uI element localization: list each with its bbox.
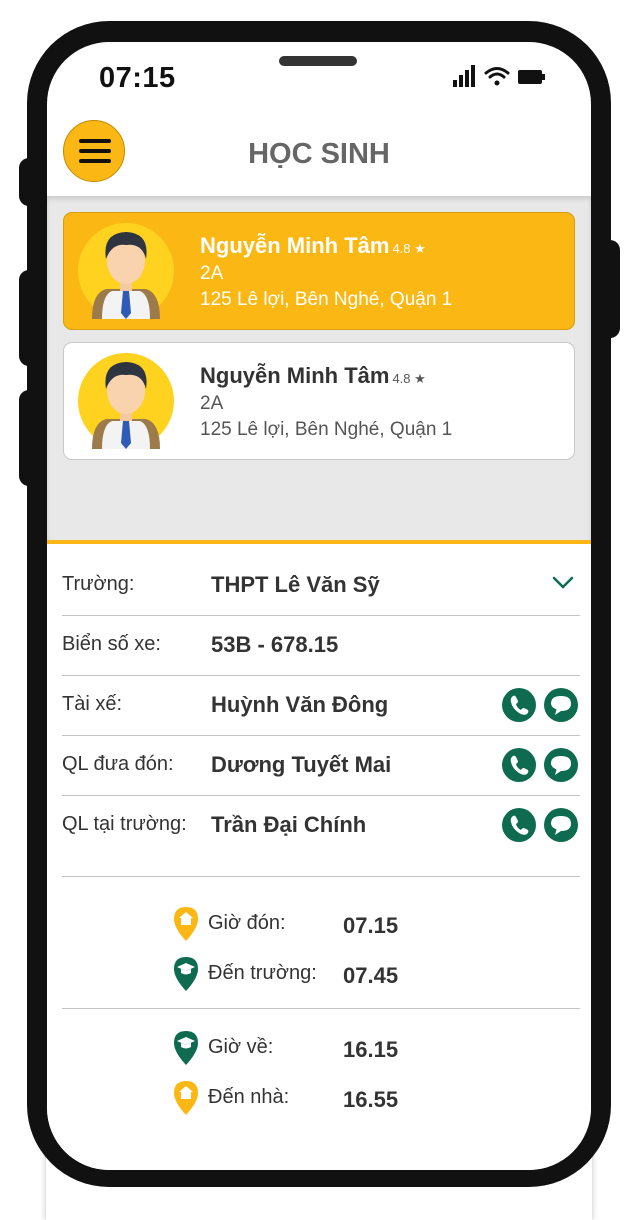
pickup-manager-value: Dương Tuyết Mai — [211, 752, 392, 777]
page-title: HỌC SINH — [248, 138, 390, 170]
student-class: 2A — [200, 263, 224, 284]
school-label: Trường: — [62, 573, 135, 595]
school-pin-icon — [174, 957, 198, 991]
student-name: Nguyễn Minh Tâm 4.8 ★ — [200, 363, 426, 388]
student-list: Nguyễn Minh Tâm 4.8 ★ 2A 125 Lê lợi, Bên … — [47, 196, 591, 540]
arrive-home-value: 16.55 — [343, 1087, 399, 1112]
section-divider — [62, 876, 580, 877]
home-pin-icon — [174, 1081, 198, 1115]
student-avatar-icon — [78, 353, 174, 449]
arrive-school-label: Đến trường: — [208, 962, 317, 984]
return-time-label: Giờ về: — [208, 1036, 274, 1058]
call-driver-button[interactable] — [502, 688, 536, 722]
phone-icon — [510, 815, 529, 835]
status-time: 07:15 — [99, 62, 176, 94]
message-school-manager-button[interactable] — [544, 808, 578, 842]
plate-row: Biển số xe: 53B - 678.15 — [62, 616, 580, 676]
chat-bubble-icon — [551, 816, 571, 835]
school-manager-row: QL tại trường: Trần Đại Chính — [62, 796, 580, 856]
chevron-down-icon[interactable] — [552, 574, 574, 590]
phone-icon — [510, 755, 529, 775]
plate-value: 53B - 678.15 — [211, 632, 339, 657]
driver-label: Tài xế: — [62, 693, 123, 715]
chat-bubble-icon — [551, 696, 571, 715]
student-class: 2A — [200, 393, 224, 414]
school-manager-label: QL tại trường: — [62, 813, 187, 835]
call-school-manager-button[interactable] — [502, 808, 536, 842]
plate-label: Biển số xe: — [62, 633, 161, 655]
trip-details: Trường: THPT Lê Văn Sỹ Biển số xe: 53B -… — [47, 540, 591, 1170]
return-time-row: Giờ về: 16.15 — [173, 1030, 473, 1070]
phone-icon — [510, 695, 529, 715]
chat-bubble-icon — [551, 756, 571, 775]
student-rating: 4.8 ★ — [392, 371, 426, 386]
home-pin-icon — [174, 907, 198, 941]
arrive-school-row: Đến trường: 07.45 — [173, 956, 473, 996]
student-address: 125 Lê lợi, Bên Nghé, Quận 1 — [200, 289, 453, 310]
school-value: THPT Lê Văn Sỹ — [211, 572, 380, 597]
message-pickup-manager-button[interactable] — [544, 748, 578, 782]
arrive-home-row: Đến nhà: 16.55 — [173, 1080, 473, 1120]
message-driver-button[interactable] — [544, 688, 578, 722]
school-row[interactable]: Trường: THPT Lê Văn Sỹ — [62, 556, 580, 616]
student-card-selected[interactable]: Nguyễn Minh Tâm 4.8 ★ 2A 125 Lê lợi, Bên … — [63, 212, 575, 330]
driver-value: Huỳnh Văn Đông — [211, 692, 389, 717]
pickup-time-row: Giờ đón: 07.15 — [173, 906, 473, 946]
pickup-time-value: 07.15 — [343, 913, 399, 938]
driver-row: Tài xế: Huỳnh Văn Đông — [62, 676, 580, 736]
school-pin-icon — [174, 1031, 198, 1065]
app-header: HỌC SINH — [47, 108, 591, 196]
battery-icon — [518, 70, 545, 84]
student-avatar-icon — [78, 223, 174, 319]
section-divider — [62, 1008, 580, 1009]
arrive-school-value: 07.45 — [343, 963, 399, 988]
school-manager-value: Trần Đại Chính — [211, 812, 367, 837]
return-time-value: 16.15 — [343, 1037, 399, 1062]
phone-screen: 07:15 HỌC SINH Nguyễn Minh Tâm 4.8 ★ 2A … — [47, 42, 591, 1170]
call-pickup-manager-button[interactable] — [502, 748, 536, 782]
student-rating: 4.8 ★ — [392, 241, 426, 256]
speaker-notch — [279, 56, 357, 66]
status-icons — [453, 65, 545, 87]
student-name: Nguyễn Minh Tâm 4.8 ★ — [200, 233, 426, 258]
pickup-time-label: Giờ đón: — [208, 912, 286, 934]
student-card[interactable]: Nguyễn Minh Tâm 4.8 ★ 2A 125 Lê lợi, Bên … — [63, 342, 575, 460]
arrive-home-label: Đến nhà: — [208, 1086, 290, 1108]
signal-icon — [453, 65, 475, 87]
wifi-icon — [484, 67, 510, 86]
pickup-manager-label: QL đưa đón: — [62, 753, 174, 775]
student-address: 125 Lê lợi, Bên Nghé, Quận 1 — [200, 419, 453, 440]
pickup-manager-row: QL đưa đón: Dương Tuyết Mai — [62, 736, 580, 796]
